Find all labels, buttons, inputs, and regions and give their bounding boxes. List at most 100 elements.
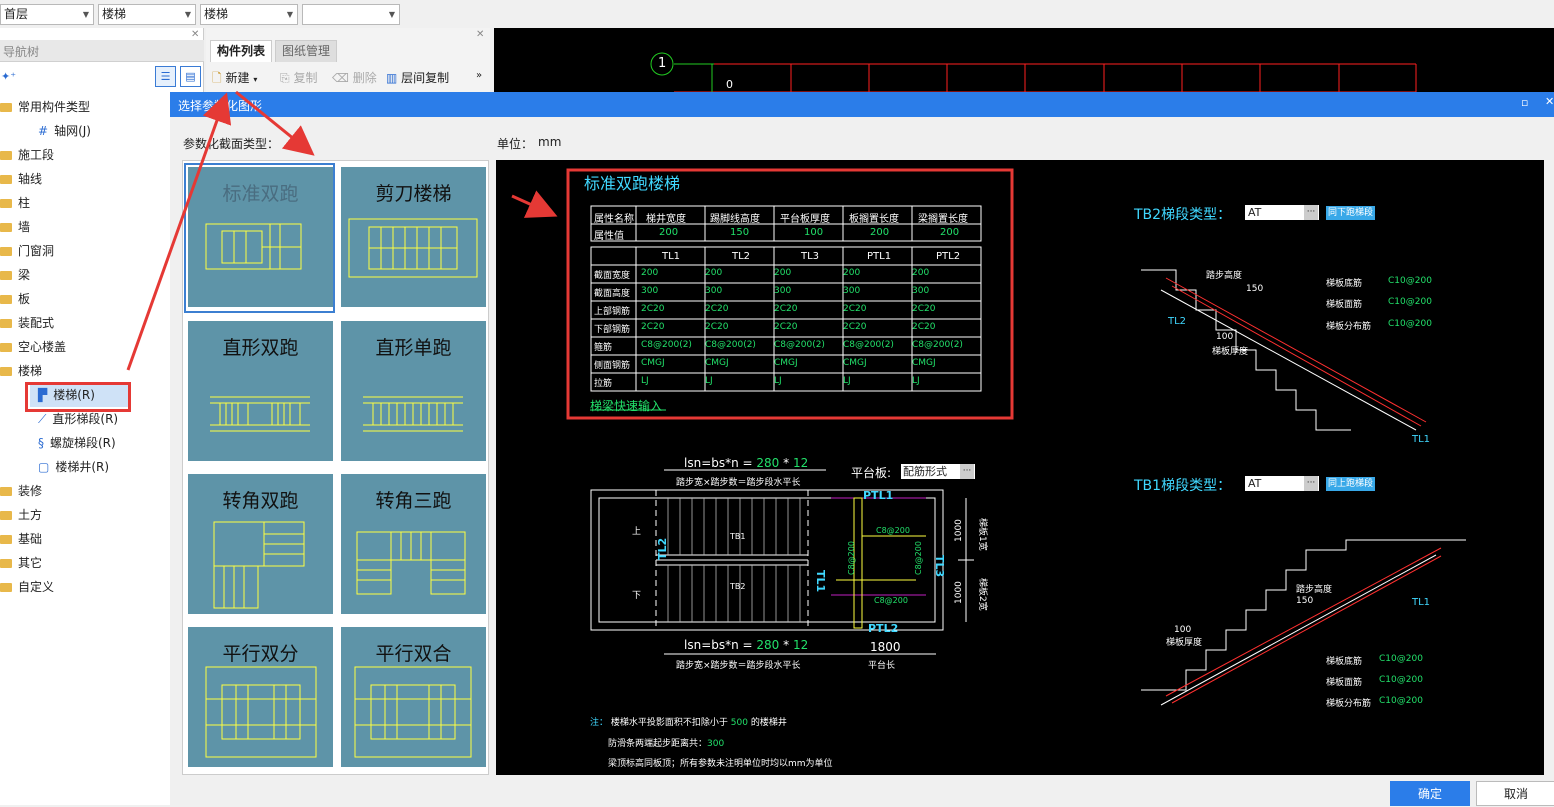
tb1-select[interactable]: AT ··· [1245, 476, 1319, 491]
beam-cell[interactable]: 2C20 [774, 304, 797, 314]
beam-cell[interactable]: 300 [843, 286, 860, 296]
beam-cell[interactable]: C8@200(2) [705, 340, 756, 350]
shape-corner-triple[interactable]: 转角三跑 [341, 474, 486, 614]
nav-stairs[interactable]: ▛ 楼梯(R) [38, 384, 95, 406]
beam-cell[interactable]: 2C20 [843, 304, 866, 314]
beam-cell[interactable]: CMGJ [641, 358, 665, 368]
nav-straight-flight[interactable]: ⟋ 直形梯段(R) [38, 408, 118, 430]
tab-drawing-management[interactable]: 图纸管理 [275, 40, 337, 62]
beam-cell[interactable]: CMGJ [774, 358, 798, 368]
nav-beam[interactable]: 梁 [0, 264, 30, 286]
nav-slab[interactable]: 板 [0, 288, 30, 310]
beam-cell[interactable]: 200 [641, 268, 658, 278]
copy-button[interactable]: ⎘ 复制 [280, 69, 317, 87]
nav-stairs-folder[interactable]: 楼梯 [0, 360, 42, 382]
nav-wall[interactable]: 墙 [0, 216, 30, 238]
tb1-same-button[interactable]: 同上跑梯段 [1326, 477, 1376, 491]
attr-value-5[interactable]: 200 [940, 227, 959, 238]
beam-cell[interactable]: C8@200(2) [843, 340, 894, 350]
beam-cell[interactable]: 2C20 [774, 322, 797, 332]
beam-cell[interactable]: 200 [774, 268, 791, 278]
nav-custom[interactable]: 自定义 [0, 576, 54, 598]
list-view-icon[interactable]: ☰ [155, 66, 176, 87]
maximize-icon[interactable]: ▫ [1521, 96, 1528, 109]
beam-cell[interactable]: 200 [705, 268, 722, 278]
beam-cell[interactable]: 2C20 [641, 322, 664, 332]
beam-cell[interactable]: 300 [641, 286, 658, 296]
shape-parallel-merge[interactable]: 平行双合 [341, 627, 486, 767]
component-select[interactable]: ▼ [302, 4, 400, 25]
cad-canvas[interactable] [494, 28, 1554, 93]
nav-construction-section[interactable]: 施工段 [0, 144, 54, 166]
nav-door-window[interactable]: 门窗洞 [0, 240, 54, 262]
new-button[interactable]: 🗋 新建 ▾ [212, 69, 257, 87]
attr-value-1[interactable]: 200 [659, 227, 678, 238]
shape-straight-double[interactable]: 直形双跑 [188, 321, 333, 461]
nav-prefab[interactable]: 装配式 [0, 312, 54, 334]
ok-button[interactable]: 确定 [1390, 781, 1470, 806]
quick-input-link[interactable]: 梯梁快速输入 [590, 397, 662, 414]
close-icon[interactable]: ✕ [476, 29, 484, 40]
nav-other[interactable]: 其它 [0, 552, 42, 574]
folder-icon [0, 175, 12, 184]
shape-label: 直形单跑 [375, 337, 452, 359]
nav-hollow-floor[interactable]: 空心楼盖 [0, 336, 66, 358]
grid-view-icon[interactable]: ▤ [180, 66, 201, 87]
tb2-same-button[interactable]: 同下跑梯段 [1326, 206, 1376, 220]
tab-component-list[interactable]: 构件列表 [210, 40, 272, 62]
plan-platform-length-label: 平台长 [868, 661, 896, 671]
subcategory-select[interactable]: 楼梯 ▼ [200, 4, 298, 25]
close-icon[interactable]: ✕ [1545, 95, 1554, 108]
category-select[interactable]: 楼梯 ▼ [98, 4, 196, 25]
close-icon[interactable]: ✕ [191, 29, 199, 40]
beam-cell[interactable]: CMGJ [843, 358, 867, 368]
floor-copy-button[interactable]: ▥ 层间复制 [386, 69, 449, 87]
nav-axis-line[interactable]: 轴线 [0, 168, 42, 190]
tb2-select[interactable]: AT ··· [1245, 205, 1319, 220]
nav-axis-grid[interactable]: # 轴网(J) [38, 120, 91, 142]
beam-cell[interactable]: 300 [705, 286, 722, 296]
shape-scissor[interactable]: 剪刀楼梯 [341, 167, 486, 307]
nav-foundation[interactable]: 基础 [0, 528, 42, 550]
nav-earthwork[interactable]: 土方 [0, 504, 42, 526]
floor-select[interactable]: 首层 ▼ [0, 4, 94, 25]
platform-select[interactable]: 配筋形式 ··· [901, 464, 975, 479]
beam-cell[interactable]: LJ [843, 376, 851, 386]
attr-value-2[interactable]: 150 [730, 227, 749, 238]
beam-cell[interactable]: LJ [912, 376, 920, 386]
tb1-thickness: 梯板厚度 [1166, 638, 1203, 648]
beam-cell[interactable]: 2C20 [705, 322, 728, 332]
beam-cell[interactable]: C8@200(2) [641, 340, 692, 350]
cancel-button[interactable]: 取消 [1476, 781, 1554, 806]
beam-cell[interactable]: LJ [641, 376, 649, 386]
shape-standard-double[interactable]: 标准双跑 [188, 167, 333, 307]
beam-cell[interactable]: 300 [912, 286, 929, 296]
shape-parallel-split[interactable]: 平行双分 [188, 627, 333, 767]
shape-straight-single[interactable]: 直形单跑 [341, 321, 486, 461]
beam-cell[interactable]: 200 [912, 268, 929, 278]
beam-cell[interactable]: 2C20 [912, 322, 935, 332]
beam-cell[interactable]: LJ [774, 376, 782, 386]
nav-column[interactable]: 柱 [0, 192, 30, 214]
beam-cell[interactable]: C8@200(2) [912, 340, 963, 350]
beam-cell[interactable]: 200 [843, 268, 860, 278]
more-icon[interactable]: » [476, 70, 482, 81]
sparkle-icon[interactable]: ✦⁺ [1, 70, 16, 83]
beam-cell[interactable]: 2C20 [912, 304, 935, 314]
beam-cell[interactable]: C8@200(2) [774, 340, 825, 350]
nav-spiral-flight[interactable]: § 螺旋梯段(R) [38, 432, 116, 454]
beam-cell[interactable]: LJ [705, 376, 713, 386]
nav-decoration[interactable]: 装修 [0, 480, 42, 502]
attr-value-4[interactable]: 200 [870, 227, 889, 238]
delete-button[interactable]: ⌫ 删除 [332, 69, 377, 87]
beam-cell[interactable]: 2C20 [641, 304, 664, 314]
nav-common-types[interactable]: 常用构件类型 [0, 96, 90, 118]
nav-stairwell[interactable]: ▢ 楼梯井(R) [38, 456, 109, 478]
beam-cell[interactable]: 300 [774, 286, 791, 296]
shape-corner-double[interactable]: 转角双跑 [188, 474, 333, 614]
beam-cell[interactable]: CMGJ [912, 358, 936, 368]
beam-cell[interactable]: 2C20 [705, 304, 728, 314]
beam-cell[interactable]: CMGJ [705, 358, 729, 368]
attr-value-3[interactable]: 100 [804, 227, 823, 238]
beam-cell[interactable]: 2C20 [843, 322, 866, 332]
